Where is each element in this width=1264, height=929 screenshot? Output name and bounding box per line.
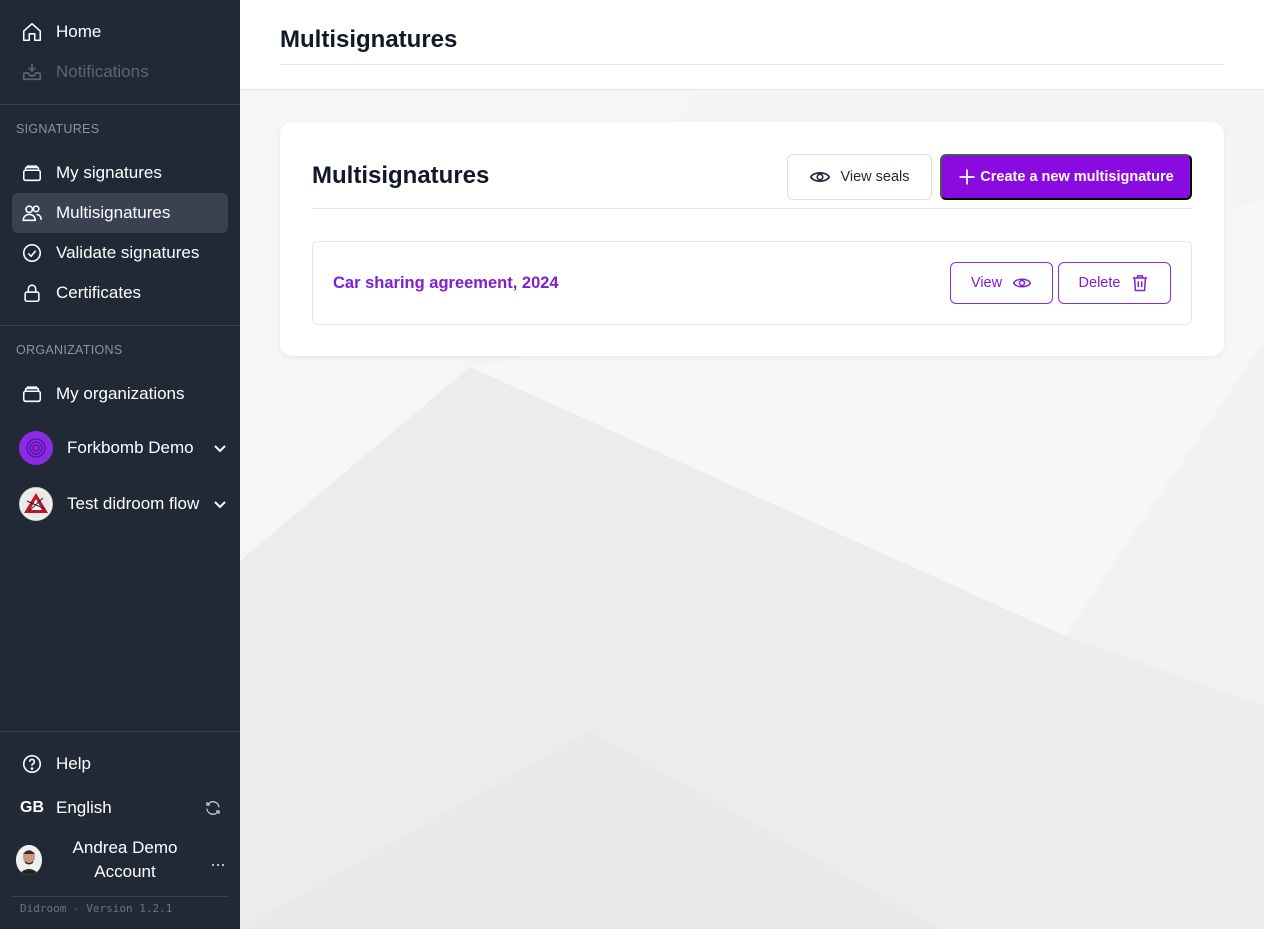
section-title-signatures: SIGNATURES	[16, 122, 100, 136]
divider	[280, 64, 1224, 65]
divider	[312, 208, 1192, 209]
language-selector[interactable]: GB English	[12, 788, 228, 828]
inbox-icon	[20, 60, 44, 84]
user-name: Andrea Demo Account	[72, 838, 178, 881]
button-label: Create a new multisignature	[980, 169, 1174, 185]
divider	[12, 896, 228, 897]
divider	[0, 731, 240, 732]
sidebar: Home Notifications SIGNATURES My signatu…	[0, 0, 240, 929]
page-title: Multisignatures	[280, 26, 458, 53]
check-circle-icon	[20, 241, 44, 265]
sidebar-item-certificates[interactable]: Certificates	[12, 273, 228, 313]
sidebar-item-label: Validate signatures	[56, 243, 200, 262]
language-label: English	[56, 798, 112, 817]
sidebar-item-label: Help	[56, 754, 91, 773]
sidebar-item-home[interactable]: Home	[12, 12, 228, 52]
more-icon[interactable]: ...	[208, 850, 228, 871]
view-seals-button[interactable]: View seals	[787, 154, 932, 200]
multisignature-title[interactable]: Car sharing agreement, 2024	[333, 274, 559, 293]
multisignatures-card: Multisignatures View seals Create a new …	[280, 122, 1224, 356]
chevron-down-icon[interactable]	[212, 496, 228, 512]
fingerprint-icon	[19, 431, 53, 465]
org-name: Test didroom flow	[67, 494, 200, 513]
stack-icon	[20, 161, 44, 185]
button-label: Delete	[1078, 275, 1121, 291]
chevron-down-icon[interactable]	[212, 440, 228, 456]
eye-icon	[1012, 273, 1032, 293]
eye-icon	[809, 166, 831, 188]
lock-icon	[20, 281, 44, 305]
sidebar-item-notifications[interactable]: Notifications	[12, 52, 228, 92]
org-logo-icon	[19, 487, 53, 521]
refresh-icon[interactable]	[204, 799, 222, 817]
divider	[0, 325, 240, 326]
view-button[interactable]: View	[950, 262, 1053, 304]
button-label: View	[970, 275, 1003, 291]
avatar	[16, 845, 42, 875]
stack-icon	[20, 382, 44, 406]
button-label: View seals	[840, 169, 910, 185]
top-bar: Multisignatures	[240, 0, 1264, 90]
list-item: Car sharing agreement, 2024 View Delete	[312, 241, 1192, 325]
sidebar-item-label: Multisignatures	[56, 203, 171, 222]
create-multisignature-button[interactable]: Create a new multisignature	[940, 154, 1192, 200]
plus-icon	[958, 168, 976, 186]
language-code: GB	[20, 799, 44, 816]
sidebar-item-my-signatures[interactable]: My signatures	[12, 153, 228, 193]
sidebar-item-label: Certificates	[56, 283, 142, 302]
org-name: Forkbomb Demo	[67, 438, 194, 457]
org-item-test-didroom-flow[interactable]: Test didroom flow	[19, 482, 228, 526]
help-icon	[20, 752, 44, 776]
sidebar-item-my-organizations[interactable]: My organizations	[12, 374, 228, 414]
user-menu[interactable]: Andrea Demo Account ...	[16, 836, 228, 884]
version-label: Didroom - Version 1.2.1	[20, 902, 173, 915]
delete-button[interactable]: Delete	[1058, 262, 1171, 304]
sidebar-item-label: My organizations	[56, 384, 185, 403]
home-icon	[20, 20, 44, 44]
card-title: Multisignatures	[312, 162, 490, 189]
divider	[0, 104, 240, 105]
sidebar-item-validate-signatures[interactable]: Validate signatures	[12, 233, 228, 273]
sidebar-item-label: My signatures	[56, 163, 162, 182]
sidebar-item-multisignatures[interactable]: Multisignatures	[12, 193, 228, 233]
sidebar-item-help[interactable]: Help	[12, 744, 228, 784]
sidebar-item-label: Home	[56, 22, 102, 41]
section-title-organizations: ORGANIZATIONS	[16, 343, 123, 357]
users-icon	[20, 201, 44, 225]
org-item-forkbomb-demo[interactable]: Forkbomb Demo	[19, 426, 228, 470]
trash-icon	[1130, 273, 1150, 293]
sidebar-item-label: Notifications	[56, 62, 149, 81]
